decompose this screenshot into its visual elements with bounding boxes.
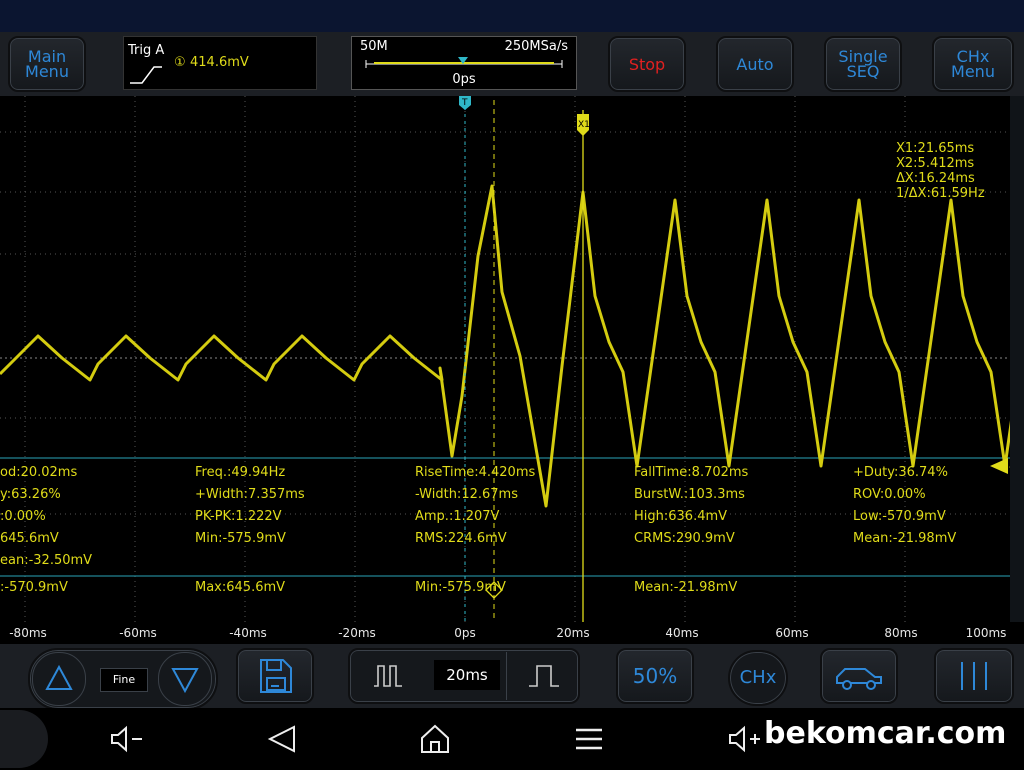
timebase-value: 20ms xyxy=(434,660,500,690)
stop-label: Stop xyxy=(628,54,666,74)
cursor-delta-value: ΔX:16.24ms xyxy=(896,171,975,186)
cursor-x1-text: X1 xyxy=(578,120,590,130)
narrow-pulse-icon xyxy=(374,665,402,687)
x-tick-label: 20ms xyxy=(556,626,590,640)
timebase-control-group: 20ms xyxy=(348,648,580,704)
volume-down-icon[interactable] xyxy=(108,724,148,754)
measurement-value: BurstW.:103.3ms xyxy=(634,487,745,502)
measurement-value: 645.6mV xyxy=(0,531,59,546)
menu-icon[interactable] xyxy=(572,724,606,754)
status-bar xyxy=(0,0,1024,32)
timebase-decrease-button[interactable] xyxy=(352,652,426,700)
side-panel-button[interactable] xyxy=(934,648,1014,704)
chx-menu-button[interactable]: CHx Menu xyxy=(932,36,1014,92)
android-nav-bar: bekomcar.com xyxy=(0,708,1024,770)
wide-pulse-icon xyxy=(529,665,559,687)
trigger-label: Trig A xyxy=(128,43,165,58)
x-tick-label: 80ms xyxy=(884,626,918,640)
fine-label: Fine xyxy=(112,673,136,686)
bottom-toolbar: Fine 20ms 50% CHx xyxy=(0,644,1024,710)
x-tick-label: -40ms xyxy=(229,626,267,640)
memory-depth: 50M xyxy=(360,39,388,54)
cursor-x2-value: X2:5.412ms xyxy=(896,156,975,171)
measurement-value: RiseTime:4.420ms xyxy=(415,465,536,480)
x-tick-label: -60ms xyxy=(119,626,157,640)
measurement-value: Amp.:1.207V xyxy=(415,509,500,524)
chx-menu-label: CHx Menu xyxy=(951,47,995,81)
summary-value: Max:645.6mV xyxy=(195,580,286,595)
measurement-value: ROV:0.00% xyxy=(853,487,926,502)
stop-button[interactable]: Stop xyxy=(608,36,686,92)
timebase-panel[interactable]: 50M 250MSa/s 0ps xyxy=(351,36,577,90)
measurement-value: y:63.26% xyxy=(0,487,61,502)
measurement-value: PK-PK:1.222V xyxy=(195,509,282,524)
measurement-value: od:20.02ms xyxy=(0,465,78,480)
x-tick-label: 0ps xyxy=(454,626,476,640)
measurement-value: RMS:224.6mV xyxy=(415,531,507,546)
right-scroll-strip[interactable] xyxy=(1010,96,1024,622)
sample-rate: 250MSa/s xyxy=(504,39,568,54)
timebase-increase-button[interactable] xyxy=(506,652,579,700)
memory-position-bar xyxy=(365,57,563,68)
cursor-freq-value: 1/ΔX:61.59Hz xyxy=(896,186,985,201)
measurement-value: -Width:12.67ms xyxy=(415,487,518,502)
chx-select-button[interactable]: CHx xyxy=(728,650,788,706)
vertical-adjust-group: Fine xyxy=(28,648,218,710)
measurement-value: CRMS:290.9mV xyxy=(634,531,735,546)
measurement-value: +Duty:36.74% xyxy=(853,465,948,480)
nav-left-pill xyxy=(0,710,48,768)
cursor-readout: X1:21.65ms X2:5.412ms ΔX:16.24ms 1/ΔX:61… xyxy=(896,141,985,201)
trigger-level: 414.6mV xyxy=(190,55,249,70)
vertical-bars-icon xyxy=(961,662,987,690)
trigger-channel-icon: ① xyxy=(174,55,186,70)
measurement-value: Min:-575.9mV xyxy=(195,531,286,546)
auto-button[interactable]: Auto xyxy=(716,36,794,92)
trigger-marker-text: T xyxy=(461,98,468,108)
down-button[interactable] xyxy=(158,652,212,706)
automotive-button[interactable] xyxy=(820,648,898,704)
x-tick-label: 100ms xyxy=(965,626,1007,640)
measurement-value: :0.00% xyxy=(0,509,46,524)
floppy-disk-icon xyxy=(260,659,292,693)
single-seq-button[interactable]: Single SEQ xyxy=(824,36,902,92)
measurement-value: FallTime:8.702ms xyxy=(634,465,749,480)
measurement-value: Mean:-21.98mV xyxy=(853,531,957,546)
auto-label: Auto xyxy=(736,54,774,74)
measurement-value: High:636.4mV xyxy=(634,509,728,524)
summary-value: Mean:-21.98mV xyxy=(634,580,738,595)
back-icon[interactable] xyxy=(266,724,300,754)
x-tick-label: 60ms xyxy=(775,626,809,640)
triangle-down-icon xyxy=(171,668,199,694)
measurement-value: ean:-32.50mV xyxy=(0,553,93,568)
trigger-panel[interactable]: Trig A ① 414.6mV xyxy=(123,36,317,90)
volume-up-icon[interactable] xyxy=(726,724,766,754)
car-icon xyxy=(836,668,882,690)
x-tick-label: 40ms xyxy=(665,626,699,640)
x-tick-label: -80ms xyxy=(9,626,47,640)
triangle-up-icon xyxy=(45,664,73,690)
single-seq-label: Single SEQ xyxy=(838,47,888,81)
fifty-percent-button[interactable]: 50% xyxy=(616,648,694,704)
time-offset: 0ps xyxy=(452,72,476,87)
save-button[interactable] xyxy=(236,648,314,704)
fine-toggle[interactable]: Fine xyxy=(100,668,148,692)
up-button[interactable] xyxy=(32,652,86,706)
cursor-x1-value: X1:21.65ms xyxy=(896,141,975,156)
main-menu-button[interactable]: Main Menu xyxy=(8,36,86,92)
fifty-percent-label: 50% xyxy=(632,663,678,688)
watermark: bekomcar.com xyxy=(764,716,1007,751)
chx-select-label: CHx xyxy=(739,667,777,688)
home-icon[interactable] xyxy=(418,722,452,756)
summary-value: :-570.9mV xyxy=(0,580,68,595)
measurement-value: +Width:7.357ms xyxy=(195,487,305,502)
summary-value: Min:-575.9mV xyxy=(415,580,506,595)
x-tick-label: -20ms xyxy=(338,626,376,640)
trigger-level-marker xyxy=(990,458,1008,474)
measurement-value: Low:-570.9mV xyxy=(853,509,946,524)
measurement-value: Freq.:49.94Hz xyxy=(195,465,286,480)
rising-edge-icon xyxy=(130,66,162,84)
main-menu-label: Main Menu xyxy=(25,47,69,81)
